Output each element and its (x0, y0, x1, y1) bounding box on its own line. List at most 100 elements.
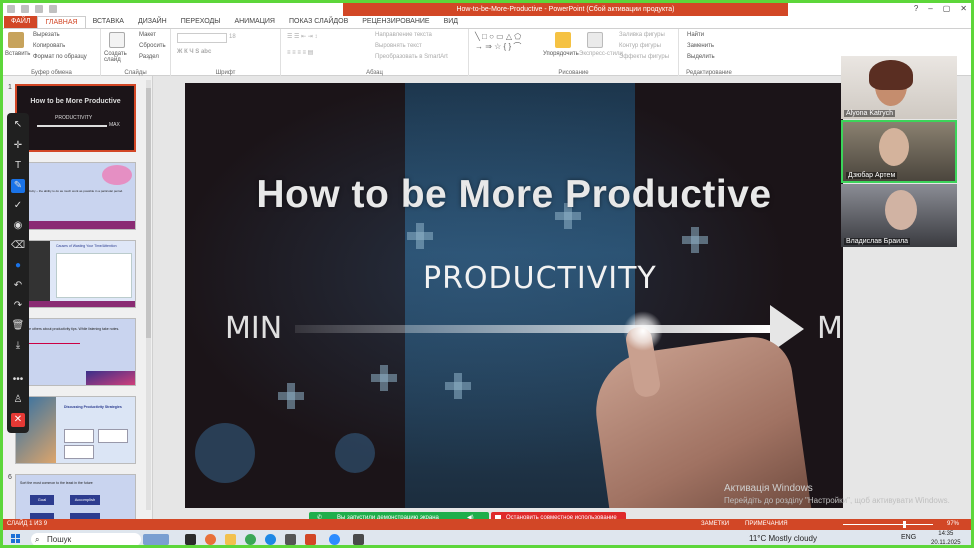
task-view-icon[interactable] (185, 534, 196, 545)
zoom-slider-knob[interactable] (903, 521, 906, 528)
slide-thumb-6[interactable]: Sort the most common to the least in the… (15, 474, 136, 519)
quick-styles-icon[interactable] (587, 32, 603, 48)
shape-outline-button[interactable]: Контур фигуры (619, 43, 661, 49)
color-icon[interactable]: ● (11, 259, 25, 273)
replace-button[interactable]: Заменить (687, 43, 714, 49)
smartart-button[interactable]: Преобразовать в SmartArt (375, 54, 448, 60)
tab-animation[interactable]: АНИМАЦИЯ (227, 16, 282, 28)
participant-tile[interactable]: Владислав Браила (841, 184, 957, 247)
slide-thumb-1[interactable]: How to be More Productive PRODUCTIVITY M… (15, 84, 136, 152)
tab-file[interactable]: ФАЙЛ (4, 16, 38, 28)
mouse-icon[interactable]: ↖ (11, 118, 25, 132)
align-text-button[interactable]: Выровнять текст (375, 43, 422, 49)
tab-transitions[interactable]: ПЕРЕХОДЫ (174, 16, 228, 28)
tab-slideshow[interactable]: ПОКАЗ СЛАЙДОВ (282, 16, 355, 28)
scrollbar-thumb[interactable] (146, 88, 151, 338)
close-button[interactable]: ✕ (960, 4, 967, 13)
file-explorer-icon[interactable] (225, 534, 236, 545)
cut-button[interactable]: Вырезать (33, 32, 60, 38)
plus-icon (407, 223, 433, 249)
format-painter-button[interactable]: Формат по образцу (33, 54, 87, 60)
thumb-underline (20, 343, 80, 344)
more-icon[interactable]: ••• (11, 373, 25, 387)
section-button[interactable]: Раздел (139, 54, 159, 60)
reset-button[interactable]: Сбросить (139, 43, 166, 49)
powerpoint-icon[interactable] (305, 534, 316, 545)
edge-icon[interactable] (265, 534, 276, 545)
minimize-button[interactable]: – (928, 4, 932, 13)
redo-icon[interactable] (35, 5, 43, 13)
font-family-select[interactable] (177, 33, 227, 43)
current-slide[interactable]: How to be More Productive PRODUCTIVITY M… (185, 83, 843, 508)
layout-button[interactable]: Макет (139, 32, 156, 38)
comments-button[interactable]: ПРИМЕЧАНИЯ (745, 519, 788, 530)
tab-design[interactable]: ДИЗАЙН (131, 16, 174, 28)
move-icon[interactable]: ✛ (11, 139, 25, 153)
find-button[interactable]: Найти (687, 32, 704, 38)
thumb-arrow (37, 125, 107, 127)
stamp-icon[interactable]: ✓ (11, 199, 25, 213)
clear-icon[interactable]: 🗑 (11, 319, 25, 333)
text-icon[interactable]: T (11, 159, 25, 173)
bold-button[interactable]: Ж К Ч S abc (177, 49, 211, 55)
tab-insert[interactable]: ВСТАВКА (86, 16, 131, 28)
shapes-gallery[interactable]: ╲ □ ○ ▭ △ ⬠ → ⇒ ☆ { } ⌒ (475, 32, 521, 52)
select-button[interactable]: Выделить (687, 54, 715, 60)
news-widget-icon[interactable] (143, 534, 169, 545)
system-clock[interactable]: 14:35 20.11.2025 (931, 530, 961, 545)
start-button[interactable] (11, 534, 21, 544)
eraser-icon[interactable]: ⌫ (11, 239, 25, 253)
shape-fill-button[interactable]: Заливка фигуры (619, 32, 665, 38)
app-icon[interactable] (285, 534, 296, 545)
paste-button[interactable]: Вставить (5, 51, 30, 57)
chrome-icon[interactable] (245, 534, 256, 545)
language-indicator[interactable]: ENG (901, 534, 916, 541)
undo-icon[interactable]: ↶ (11, 279, 25, 293)
weather-widget[interactable]: 11°C Mostly cloudy (749, 534, 817, 543)
spotlight-icon[interactable]: ◉ (11, 219, 25, 233)
new-slide-icon[interactable] (109, 32, 125, 48)
draw-icon[interactable]: ✎ (11, 179, 25, 193)
arrange-icon[interactable] (555, 32, 571, 48)
maximize-button[interactable]: ▢ (943, 4, 951, 13)
clock-time: 14:35 (938, 531, 954, 537)
redo-icon[interactable]: ↷ (11, 299, 25, 313)
save-icon[interactable]: ⤓ (11, 339, 25, 353)
quick-styles-button[interactable]: Экспресс-стили (579, 51, 623, 57)
help-icon[interactable]: ? (914, 4, 918, 13)
font-size-select[interactable]: 18 (229, 34, 236, 40)
firefox-icon[interactable] (205, 534, 216, 545)
slide-thumb-4[interactable]: Tell the others about productivity tips.… (15, 318, 136, 386)
participants-icon[interactable]: ♙ (11, 393, 25, 407)
new-slide-button[interactable]: Создать слайд (104, 51, 130, 63)
paste-icon[interactable] (8, 32, 24, 48)
arrange-button[interactable]: Упорядочить (543, 51, 579, 57)
slide-thumb-5[interactable]: Discussing Productivity Strategies (15, 396, 136, 464)
taskbar-search[interactable]: ⌕ Пошук (31, 533, 141, 545)
list-buttons[interactable]: ☰ ☰ ⇤ ⇥ ↕ (287, 33, 317, 40)
slideshow-icon[interactable] (49, 5, 57, 13)
undo-icon[interactable] (21, 5, 29, 13)
notes-button[interactable]: ЗАМЕТКИ (701, 519, 729, 530)
participant-video (879, 128, 909, 166)
shape-effects-button[interactable]: Эффекты фигуры (619, 54, 669, 60)
slide-thumb-3[interactable]: Causes of Wasting Your Time/Attention (15, 240, 136, 308)
save-icon[interactable] (7, 5, 15, 13)
slide-title[interactable]: How to be More Productive (185, 173, 843, 217)
zoom-slider[interactable] (843, 524, 933, 525)
app-icon[interactable] (353, 534, 364, 545)
participant-tile[interactable]: Alyona Katrych (841, 56, 957, 119)
copy-button[interactable]: Копировать (33, 43, 65, 49)
tab-review[interactable]: РЕЦЕНЗИРОВАНИЕ (355, 16, 436, 28)
thumb-title: How to be More Productive (30, 98, 121, 105)
tab-view[interactable]: ВИД (437, 16, 465, 28)
slide-thumb-2[interactable]: Productivity – the ability to do as much… (15, 162, 136, 230)
slides-scrollbar[interactable] (146, 80, 151, 510)
text-direction-button[interactable]: Направление текста (375, 32, 432, 38)
zoom-icon[interactable] (329, 534, 340, 545)
zoom-percent[interactable]: 97% (947, 519, 959, 530)
participant-tile-active[interactable]: Дзюбар Артем (841, 120, 957, 183)
tab-home[interactable]: ГЛАВНАЯ (37, 15, 86, 29)
close-annotate-icon[interactable]: ✕ (11, 413, 25, 427)
align-buttons[interactable]: ≡ ≡ ≡ ≡ ▤ (287, 49, 313, 56)
